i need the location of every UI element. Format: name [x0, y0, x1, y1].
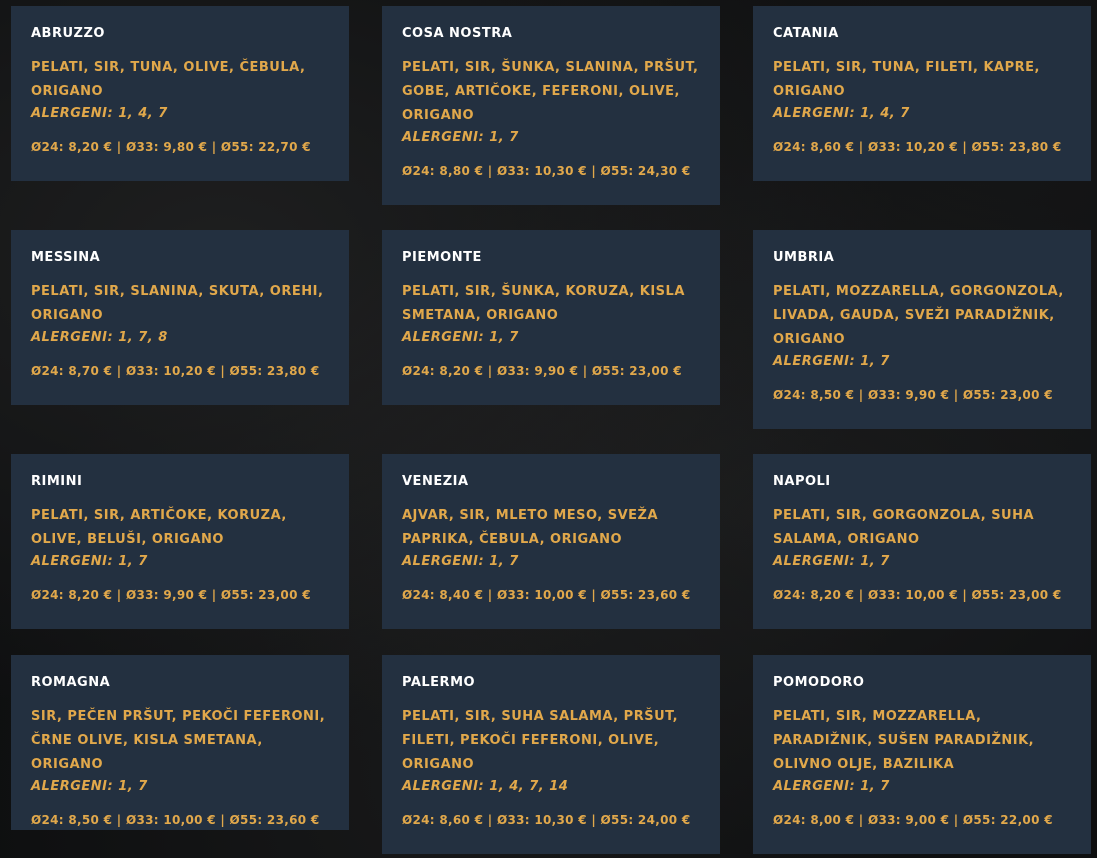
pizza-ingredients: PELATI, SIR, MOZZARELLA, PARADIŽNIK, SUŠ…: [773, 709, 1035, 772]
pizza-name: MESSINA: [31, 250, 101, 265]
pizza-card-rimini: RIMINI PELATI, SIR, ARTIČOKE, KORUZA, OL…: [11, 454, 349, 629]
pizza-allergens: ALERGENI: 1, 7: [773, 554, 890, 569]
pizza-name: PIEMONTE: [402, 250, 482, 265]
pizza-allergens: ALERGENI: 1, 7: [31, 779, 148, 794]
pizza-allergens: ALERGENI: 1, 7: [402, 130, 519, 145]
pizza-allergens: ALERGENI: 1, 7: [31, 554, 148, 569]
pizza-ingredients: PELATI, SIR, ARTIČOKE, KORUZA, OLIVE, BE…: [31, 508, 287, 547]
pizza-ingredients: PELATI, SIR, TUNA, OLIVE, ČEBULA, ORIGAN…: [31, 60, 306, 99]
pizza-allergens: ALERGENI: 1, 4, 7: [773, 106, 910, 121]
pizza-name: UMBRIA: [773, 250, 835, 265]
pizza-ingredients: PELATI, SIR, ŠUNKA, KORUZA, KISLA SMETAN…: [402, 284, 685, 323]
pizza-card-cosa-nostra: COSA NOSTRA PELATI, SIR, ŠUNKA, SLANINA,…: [382, 6, 720, 205]
pizza-allergens: ALERGENI: 1, 7: [402, 330, 519, 345]
pizza-price: Ø24: 8,20 € | Ø33: 9,90 € | Ø55: 23,00 €: [402, 364, 682, 378]
pizza-card-napoli: NAPOLI PELATI, SIR, GORGONZOLA, SUHA SAL…: [753, 454, 1091, 629]
pizza-ingredients: PELATI, SIR, SLANINA, SKUTA, OREHI, ORIG…: [31, 284, 324, 323]
pizza-price: Ø24: 8,80 € | Ø33: 10,30 € | Ø55: 24,30 …: [402, 164, 691, 178]
pizza-ingredients: SIR, PEČEN PRŠUT, PEKOČI FEFERONI, ČRNE …: [31, 709, 326, 772]
pizza-price: Ø24: 8,00 € | Ø33: 9,00 € | Ø55: 22,00 €: [773, 813, 1053, 827]
pizza-name: PALERMO: [402, 675, 476, 690]
pizza-allergens: ALERGENI: 1, 4, 7, 14: [402, 779, 569, 794]
pizza-name: POMODORO: [773, 675, 865, 690]
pizza-allergens: ALERGENI: 1, 4, 7: [31, 106, 168, 121]
pizza-ingredients: PELATI, SIR, GORGONZOLA, SUHA SALAMA, OR…: [773, 508, 1035, 547]
pizza-name: VENEZIA: [402, 474, 469, 489]
pizza-ingredients: PELATI, SIR, TUNA, FILETI, KAPRE, ORIGAN…: [773, 60, 1040, 99]
pizza-card-romagna: ROMAGNA SIR, PEČEN PRŠUT, PEKOČI FEFERON…: [11, 655, 349, 830]
pizza-name: CATANIA: [773, 26, 839, 41]
pizza-price: Ø24: 8,50 € | Ø33: 10,00 € | Ø55: 23,60 …: [31, 813, 320, 827]
pizza-ingredients: PELATI, SIR, ŠUNKA, SLANINA, PRŠUT, GOBE…: [402, 60, 699, 123]
pizza-allergens: ALERGENI: 1, 7, 8: [31, 330, 168, 345]
pizza-price: Ø24: 8,20 € | Ø33: 9,90 € | Ø55: 23,00 €: [31, 588, 311, 602]
pizza-allergens: ALERGENI: 1, 7: [773, 779, 890, 794]
pizza-price: Ø24: 8,60 € | Ø33: 10,30 € | Ø55: 24,00 …: [402, 813, 691, 827]
pizza-price: Ø24: 8,20 € | Ø33: 10,00 € | Ø55: 23,00 …: [773, 588, 1062, 602]
pizza-card-abruzzo: ABRUZZO PELATI, SIR, TUNA, OLIVE, ČEBULA…: [11, 6, 349, 181]
pizza-price: Ø24: 8,50 € | Ø33: 9,90 € | Ø55: 23,00 €: [773, 388, 1053, 402]
pizza-card-venezia: VENEZIA AJVAR, SIR, MLETO MESO, SVEŽA PA…: [382, 454, 720, 629]
pizza-card-palermo: PALERMO PELATI, SIR, SUHA SALAMA, PRŠUT,…: [382, 655, 720, 854]
pizza-allergens: ALERGENI: 1, 7: [402, 554, 519, 569]
pizza-card-umbria: UMBRIA PELATI, MOZZARELLA, GORGONZOLA, L…: [753, 230, 1091, 429]
pizza-card-piemonte: PIEMONTE PELATI, SIR, ŠUNKA, KORUZA, KIS…: [382, 230, 720, 405]
pizza-card-pomodoro: POMODORO PELATI, SIR, MOZZARELLA, PARADI…: [753, 655, 1091, 854]
pizza-name: COSA NOSTRA: [402, 26, 513, 41]
pizza-ingredients: PELATI, MOZZARELLA, GORGONZOLA, LIVADA, …: [773, 284, 1064, 347]
pizza-price: Ø24: 8,40 € | Ø33: 10,00 € | Ø55: 23,60 …: [402, 588, 691, 602]
pizza-name: ROMAGNA: [31, 675, 111, 690]
pizza-name: NAPOLI: [773, 474, 831, 489]
pizza-name: RIMINI: [31, 474, 83, 489]
pizza-price: Ø24: 8,70 € | Ø33: 10,20 € | Ø55: 23,80 …: [31, 364, 320, 378]
pizza-price: Ø24: 8,60 € | Ø33: 10,20 € | Ø55: 23,80 …: [773, 140, 1062, 154]
pizza-allergens: ALERGENI: 1, 7: [773, 354, 890, 369]
pizza-card-messina: MESSINA PELATI, SIR, SLANINA, SKUTA, ORE…: [11, 230, 349, 405]
pizza-card-catania: CATANIA PELATI, SIR, TUNA, FILETI, KAPRE…: [753, 6, 1091, 181]
pizza-name: ABRUZZO: [31, 26, 105, 41]
pizza-price: Ø24: 8,20 € | Ø33: 9,80 € | Ø55: 22,70 €: [31, 140, 311, 154]
pizza-ingredients: AJVAR, SIR, MLETO MESO, SVEŽA PAPRIKA, Č…: [402, 508, 659, 547]
pizza-ingredients: PELATI, SIR, SUHA SALAMA, PRŠUT, FILETI,…: [402, 709, 679, 772]
